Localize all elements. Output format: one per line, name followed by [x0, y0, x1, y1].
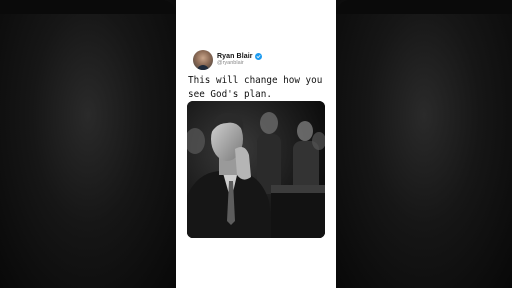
tweet-media-image[interactable]	[187, 101, 325, 238]
author-display-name[interactable]: Ryan Blair	[217, 53, 253, 60]
author-handle[interactable]: @ryanblair	[217, 61, 262, 67]
tweet-header: Ryan Blair @ryanblair	[193, 50, 262, 70]
blurred-background-left	[0, 0, 176, 288]
author-name-row: Ryan Blair	[217, 53, 262, 61]
background-rim-right	[336, 0, 512, 14]
tweet-card: Ryan Blair @ryanblair This will change h…	[176, 0, 336, 288]
blurred-background-right	[336, 0, 512, 288]
tweet-text: This will change how you see God's plan.	[188, 75, 323, 100]
background-rim-left	[0, 0, 176, 14]
avatar[interactable]	[193, 50, 213, 70]
author-info: Ryan Blair @ryanblair	[217, 53, 262, 67]
verified-badge-icon	[254, 53, 262, 61]
